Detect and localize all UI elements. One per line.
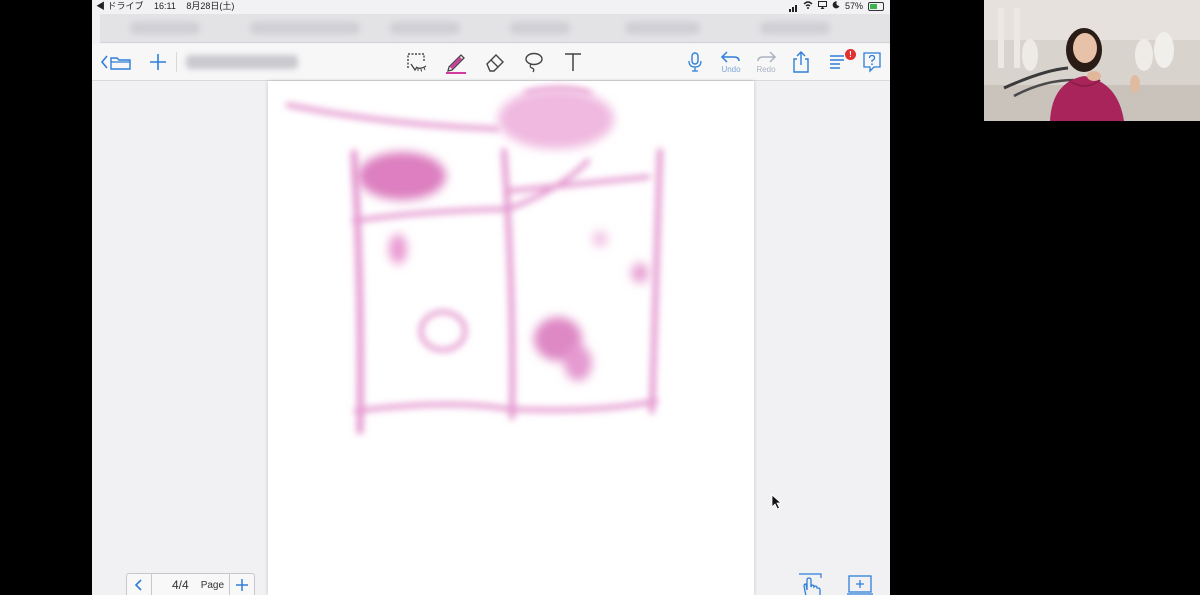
webcam-overlay [984, 0, 1200, 121]
redo-label: Redo [756, 65, 776, 74]
moon-icon [832, 0, 840, 12]
previous-page-button[interactable] [127, 574, 152, 595]
lasso-tool[interactable] [521, 50, 547, 74]
chevron-left-icon [100, 55, 108, 69]
status-time: 16:11 [154, 1, 176, 11]
note-canvas[interactable] [92, 81, 890, 595]
document-title[interactable] [186, 55, 298, 69]
microphone-icon [688, 52, 702, 72]
chevron-left-icon [134, 579, 142, 591]
redo-icon [757, 51, 777, 63]
help-button[interactable] [860, 50, 884, 74]
outline-menu-button[interactable]: ! [826, 49, 856, 74]
status-date: 8月28日(土) [186, 1, 235, 11]
lasso-icon [525, 52, 543, 73]
eraser-icon [486, 54, 504, 72]
read-mode-tool[interactable] [404, 50, 430, 74]
hand-pointer-icon [799, 573, 822, 595]
zoom-window-button[interactable] [845, 572, 875, 595]
battery-percent: 57% [844, 1, 863, 11]
share-button[interactable] [789, 50, 813, 74]
document-tab-strip [100, 14, 890, 43]
pen-icon [446, 54, 466, 74]
record-audio-button[interactable] [683, 50, 707, 74]
page-label: Page [200, 579, 225, 591]
zoom-window-icon [847, 575, 873, 595]
plus-icon [236, 579, 248, 591]
add-page-button[interactable] [146, 50, 170, 74]
signal-icon [788, 0, 798, 12]
text-tool[interactable] [560, 50, 586, 74]
add-page-bottom-button[interactable] [229, 574, 254, 595]
wifi-icon [803, 0, 813, 12]
pink-sketch-drawing [285, 87, 663, 435]
hand-pointer-button[interactable] [795, 572, 825, 595]
text-tool-icon [565, 53, 581, 71]
eraser-tool[interactable] [482, 50, 508, 74]
back-to-library-button[interactable] [98, 50, 134, 74]
page-navigator: 4/4 Page [126, 573, 255, 595]
help-icon [863, 52, 881, 73]
screen-mirror-icon [817, 0, 827, 12]
redo-button[interactable]: Redo [751, 50, 781, 74]
note-toolbar: Undo Redo ! [92, 44, 890, 81]
note-page[interactable] [268, 81, 754, 595]
notification-badge: ! [845, 49, 856, 60]
folder-icon [110, 57, 131, 70]
undo-icon [720, 51, 740, 63]
battery-icon [868, 1, 884, 11]
presenter-video-image [984, 0, 1200, 121]
pen-tool[interactable] [443, 50, 469, 74]
plus-icon [150, 54, 166, 70]
undo-button[interactable]: Undo [716, 50, 746, 74]
toolbar-divider [176, 52, 177, 72]
back-to-app-link[interactable]: ◀ ドライブ [96, 1, 144, 11]
share-icon [793, 51, 809, 73]
mouse-cursor-icon [771, 494, 783, 510]
read-mode-icon [407, 53, 427, 72]
status-bar: ◀ ドライブ 16:11 8月28日(土) 57% [92, 0, 890, 12]
undo-label: Undo [721, 65, 741, 74]
page-counter[interactable]: 4/4 [172, 578, 189, 592]
